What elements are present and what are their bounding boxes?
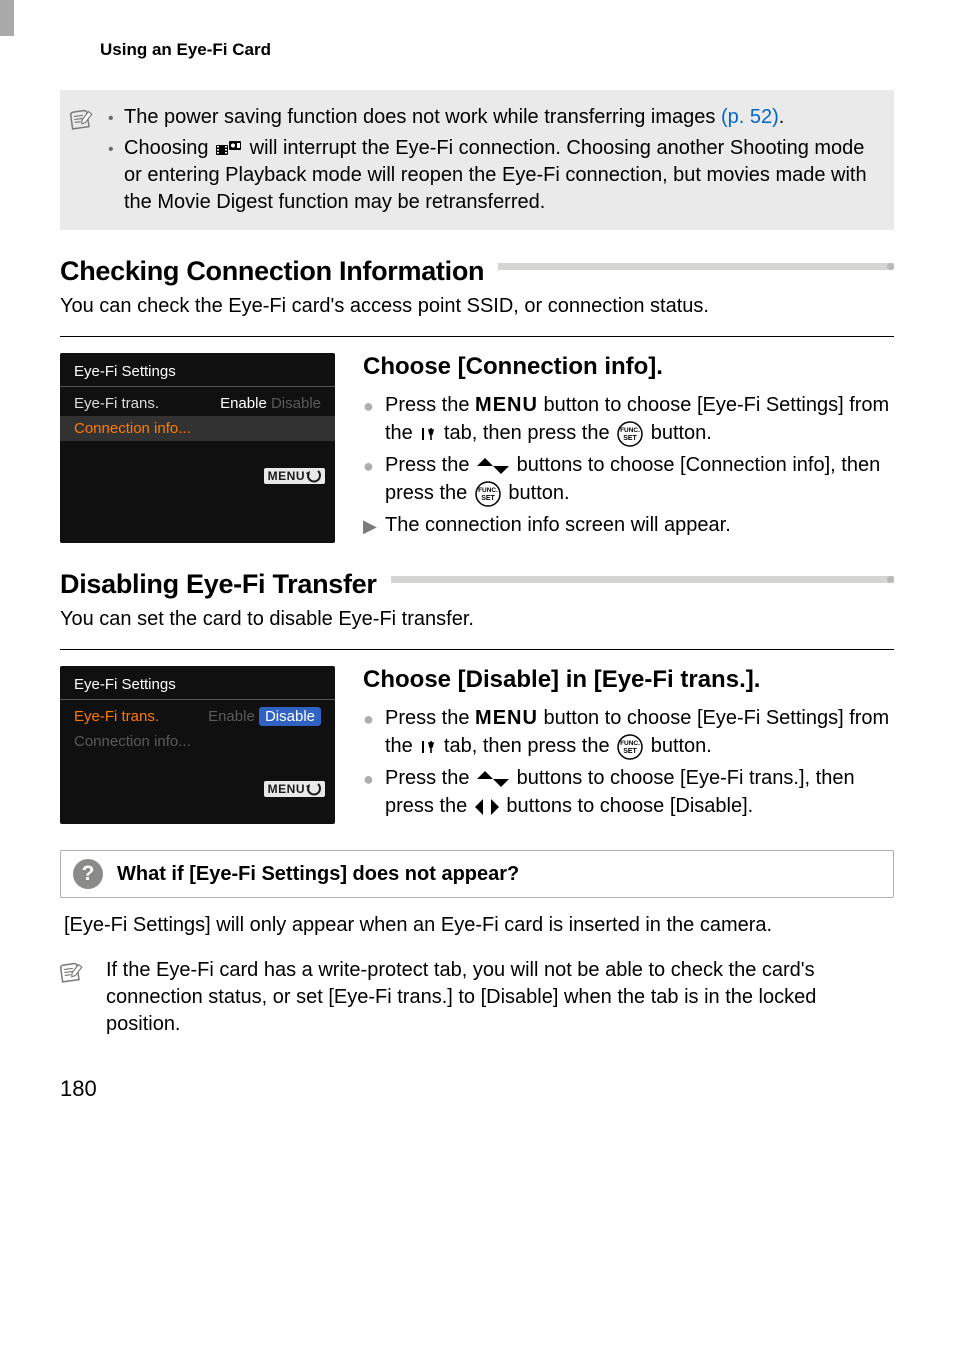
step-instruction: ● Press the MENU button to choose [Eye-F… <box>363 704 894 760</box>
step-instruction: ● Press the buttons to choose [Eye-Fi tr… <box>363 764 894 820</box>
bullet-icon: • <box>108 135 124 161</box>
note-text: . <box>779 106 785 128</box>
lcd-value-pill: Disable <box>259 707 321 726</box>
step-result: ▶ The connection info screen will appear… <box>363 511 894 539</box>
lcd-title: Eye-Fi Settings <box>60 363 335 386</box>
note-text: Choosing <box>124 137 214 159</box>
result-arrow-icon: ▶ <box>363 511 385 539</box>
page-reference-link[interactable]: (p. 52) <box>721 106 779 128</box>
lcd-value-dim: Enable <box>208 708 255 725</box>
step-text: Press the <box>385 767 475 789</box>
lcd-title: Eye-Fi Settings <box>60 676 335 699</box>
menu-text: MENU <box>268 469 305 483</box>
func-set-icon <box>617 734 643 760</box>
lcd-menu-return: MENU <box>264 468 325 484</box>
section-intro: You can set the card to disable Eye-Fi t… <box>60 606 894 633</box>
note-item: • The power saving function does not wor… <box>108 104 878 131</box>
up-down-icon <box>477 458 509 474</box>
step-instruction: ● Press the MENU button to choose [Eye-F… <box>363 391 894 447</box>
hollow-bullet-icon: ● <box>363 391 385 419</box>
lcd-screenshot: Eye-Fi Settings Eye-Fi trans. Enable Dis… <box>60 666 335 824</box>
hollow-bullet-icon: ● <box>363 704 385 732</box>
heading-rule <box>391 576 894 594</box>
step-text: Press the <box>385 394 475 416</box>
final-note-text: If the Eye-Fi card has a write-protect t… <box>106 957 894 1038</box>
menu-button-label: MENU <box>475 707 538 729</box>
section-heading: Checking Connection Information <box>60 256 484 287</box>
tip-box: ? What if [Eye-Fi Settings] does not app… <box>60 850 894 898</box>
tools-tab-icon <box>420 425 436 443</box>
tools-tab-icon <box>420 738 436 756</box>
section-heading: Disabling Eye-Fi Transfer <box>60 569 377 600</box>
return-arrow-icon <box>305 782 321 796</box>
step-instruction: ● Press the buttons to choose [Connectio… <box>363 451 894 507</box>
step-title: Choose [Connection info]. <box>363 353 894 381</box>
note-text: The power saving function does not work … <box>124 106 721 128</box>
lcd-label-selected: Connection info... <box>74 420 191 437</box>
running-header: Using an Eye-Fi Card <box>100 40 894 60</box>
tip-answer: [Eye-Fi Settings] will only appear when … <box>64 912 890 939</box>
step-text: button. <box>645 735 712 757</box>
menu-button-label: MENU <box>475 394 538 416</box>
step-text: button. <box>503 482 570 504</box>
question-mark-icon: ? <box>73 859 103 889</box>
note-pencil-icon <box>58 958 86 989</box>
lcd-value-selected: Enable <box>220 395 267 412</box>
return-arrow-icon <box>305 469 321 483</box>
func-set-icon <box>617 421 643 447</box>
tip-title: What if [Eye-Fi Settings] does not appea… <box>117 863 519 886</box>
hollow-bullet-icon: ● <box>363 764 385 792</box>
func-set-icon <box>475 481 501 507</box>
lcd-row: Connection info... <box>60 729 335 754</box>
step-text: tab, then press the <box>438 735 615 757</box>
menu-text: MENU <box>268 782 305 796</box>
lcd-menu-return: MENU <box>264 781 325 797</box>
step-text: Press the <box>385 707 475 729</box>
step-text: The connection info screen will appear. <box>385 511 731 539</box>
lcd-label: Eye-Fi trans. <box>74 395 159 412</box>
lcd-screenshot: Eye-Fi Settings Eye-Fi trans. Enable Dis… <box>60 353 335 543</box>
final-note: If the Eye-Fi card has a write-protect t… <box>60 957 894 1038</box>
step-text: Press the <box>385 454 475 476</box>
step-title: Choose [Disable] in [Eye-Fi trans.]. <box>363 666 894 694</box>
step-text: tab, then press the <box>438 422 615 444</box>
lcd-row: Eye-Fi trans. Enable Disable <box>60 391 335 416</box>
bullet-icon: • <box>108 104 124 130</box>
up-down-icon <box>477 771 509 787</box>
left-right-icon <box>475 799 499 815</box>
hollow-bullet-icon: ● <box>363 451 385 479</box>
lcd-value-dim: Disable <box>271 395 321 412</box>
lcd-row-selected: Connection info... <box>60 416 335 441</box>
note-pencil-icon <box>68 104 96 135</box>
lcd-label-dim: Connection info... <box>74 733 191 750</box>
lcd-label-selected: Eye-Fi trans. <box>74 708 159 725</box>
note-item: • Choosing will interrupt the Eye-Fi con… <box>108 135 878 216</box>
section-intro: You can check the Eye-Fi card's access p… <box>60 293 894 320</box>
page-tab-indicator <box>0 0 14 36</box>
note-box-top: • The power saving function does not wor… <box>60 90 894 230</box>
divider <box>60 336 894 337</box>
step-text: buttons to choose [Disable]. <box>501 795 753 817</box>
divider <box>60 649 894 650</box>
page-number: 180 <box>60 1076 894 1102</box>
lcd-row-selected: Eye-Fi trans. Enable Disable <box>60 704 335 729</box>
movie-digest-icon <box>216 141 242 157</box>
heading-rule <box>498 263 894 281</box>
step-text: button. <box>645 422 712 444</box>
